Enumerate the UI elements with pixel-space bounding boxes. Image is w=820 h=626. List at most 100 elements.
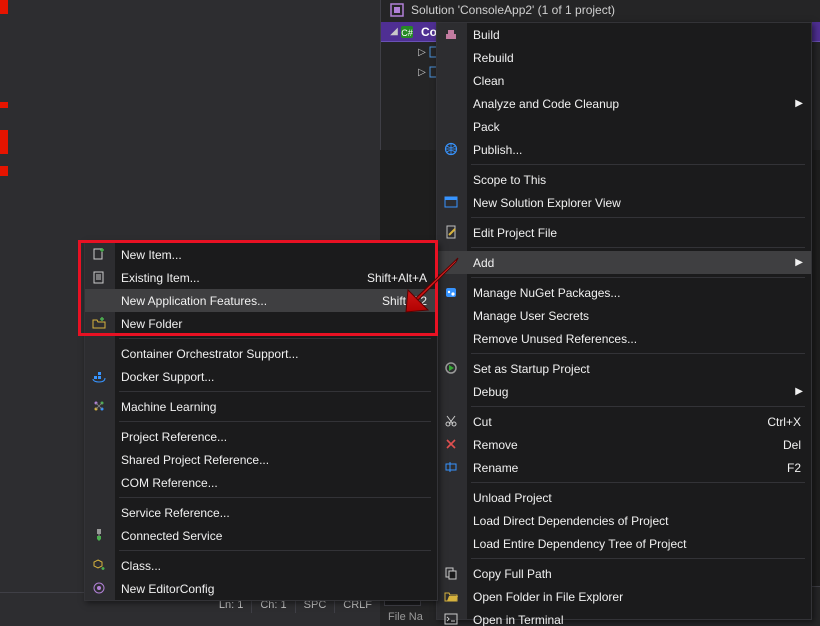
- menu-label: Publish...: [473, 143, 801, 157]
- new-folder-icon: [90, 314, 108, 332]
- nuget-icon: [442, 283, 460, 301]
- menu-label: Docker Support...: [121, 370, 427, 384]
- menu-container-support[interactable]: Container Orchestrator Support...: [85, 342, 437, 365]
- menu-new-item[interactable]: New Item...: [85, 243, 437, 266]
- menu-label: Analyze and Code Cleanup: [473, 97, 801, 111]
- project-context-menu[interactable]: Build Rebuild Clean Analyze and Code Cle…: [436, 22, 812, 620]
- solution-label: Solution 'ConsoleApp2' (1 of 1 project): [411, 3, 615, 17]
- menu-remove[interactable]: Remove Del: [437, 433, 811, 456]
- menu-connected-service[interactable]: Connected Service: [85, 524, 437, 547]
- menu-separator: [471, 482, 805, 483]
- menu-separator: [471, 558, 805, 559]
- menu-label: Build: [473, 28, 801, 42]
- menu-rename[interactable]: Rename F2: [437, 456, 811, 479]
- menu-startup[interactable]: Set as Startup Project: [437, 357, 811, 380]
- menu-label: Add: [473, 256, 801, 270]
- menu-label: Shared Project Reference...: [121, 453, 427, 467]
- menu-label: Unload Project: [473, 491, 801, 505]
- submenu-arrow-icon: ▶: [795, 386, 803, 397]
- connected-service-icon: [90, 526, 108, 544]
- file-name-label: File Na: [388, 611, 423, 623]
- menu-label: Clean: [473, 74, 801, 88]
- menu-label: Pack: [473, 120, 801, 134]
- menu-unload[interactable]: Unload Project: [437, 486, 811, 509]
- menu-new-view[interactable]: New Solution Explorer View: [437, 191, 811, 214]
- menu-machine-learning[interactable]: Machine Learning: [85, 395, 437, 418]
- menu-open-folder[interactable]: Open Folder in File Explorer: [437, 585, 811, 608]
- menu-label: Class...: [121, 559, 427, 573]
- menu-project-ref[interactable]: Project Reference...: [85, 425, 437, 448]
- menu-label: Container Orchestrator Support...: [121, 347, 427, 361]
- menu-label: Connected Service: [121, 529, 427, 543]
- menu-label: New EditorConfig: [121, 582, 427, 596]
- ml-icon: [90, 397, 108, 415]
- menu-new-folder[interactable]: New Folder: [85, 312, 437, 335]
- menu-shared-ref[interactable]: Shared Project Reference...: [85, 448, 437, 471]
- menu-secrets[interactable]: Manage User Secrets: [437, 304, 811, 327]
- menu-label: Manage User Secrets: [473, 309, 801, 323]
- menu-separator: [119, 497, 431, 498]
- menu-pack[interactable]: Pack: [437, 115, 811, 138]
- menu-label: COM Reference...: [121, 476, 427, 490]
- build-icon: [442, 25, 460, 43]
- startup-icon: [442, 359, 460, 377]
- menu-separator: [119, 550, 431, 551]
- menu-shortcut: F2: [787, 461, 801, 475]
- menu-edit-project[interactable]: Edit Project File: [437, 221, 811, 244]
- menu-scope[interactable]: Scope to This: [437, 168, 811, 191]
- copy-icon: [442, 564, 460, 582]
- menu-label: Machine Learning: [121, 400, 427, 414]
- menu-separator: [471, 353, 805, 354]
- menu-build[interactable]: Build: [437, 23, 811, 46]
- menu-label: Service Reference...: [121, 506, 427, 520]
- add-submenu[interactable]: New Item... Existing Item... Shift+Alt+A…: [84, 242, 438, 601]
- menu-label: Copy Full Path: [473, 567, 801, 581]
- menu-editorconfig[interactable]: New EditorConfig: [85, 577, 437, 600]
- menu-separator: [471, 277, 805, 278]
- menu-nuget[interactable]: Manage NuGet Packages...: [437, 281, 811, 304]
- menu-label: Cut: [473, 415, 747, 429]
- menu-clean[interactable]: Clean: [437, 69, 811, 92]
- globe-icon: [442, 140, 460, 158]
- menu-new-application-features[interactable]: New Application Features... Shift+F2: [85, 289, 437, 312]
- docker-icon: [90, 367, 108, 385]
- menu-label: Debug: [473, 385, 801, 399]
- menu-load-tree[interactable]: Load Entire Dependency Tree of Project: [437, 532, 811, 555]
- class-icon: [90, 556, 108, 574]
- rename-icon: [442, 458, 460, 476]
- menu-label: New Item...: [121, 248, 427, 262]
- menu-unused-refs[interactable]: Remove Unused References...: [437, 327, 811, 350]
- menu-label: Open in Terminal: [473, 613, 801, 626]
- menu-shortcut: Del: [783, 438, 801, 452]
- svg-text:C#: C#: [401, 28, 413, 38]
- change-marker: [0, 130, 8, 154]
- menu-label: New Solution Explorer View: [473, 196, 801, 210]
- menu-separator: [471, 406, 805, 407]
- expand-icon[interactable]: [417, 47, 427, 58]
- menu-copy-path[interactable]: Copy Full Path: [437, 562, 811, 585]
- expand-icon[interactable]: [389, 26, 399, 37]
- expand-icon[interactable]: [417, 67, 427, 78]
- menu-service-ref[interactable]: Service Reference...: [85, 501, 437, 524]
- menu-add[interactable]: Add ▶: [437, 251, 811, 274]
- menu-terminal[interactable]: Open in Terminal: [437, 608, 811, 626]
- solution-node[interactable]: Solution 'ConsoleApp2' (1 of 1 project): [381, 0, 820, 20]
- menu-rebuild[interactable]: Rebuild: [437, 46, 811, 69]
- menu-cut[interactable]: Cut Ctrl+X: [437, 410, 811, 433]
- menu-docker-support[interactable]: Docker Support...: [85, 365, 437, 388]
- menu-label: Edit Project File: [473, 226, 801, 240]
- menu-com-ref[interactable]: COM Reference...: [85, 471, 437, 494]
- menu-publish[interactable]: Publish...: [437, 138, 811, 161]
- menu-existing-item[interactable]: Existing Item... Shift+Alt+A: [85, 266, 437, 289]
- new-item-icon: [90, 245, 108, 263]
- folder-open-icon: [442, 587, 460, 605]
- menu-debug[interactable]: Debug▶: [437, 380, 811, 403]
- menu-class[interactable]: Class...: [85, 554, 437, 577]
- menu-analyze[interactable]: Analyze and Code Cleanup▶: [437, 92, 811, 115]
- menu-load-direct[interactable]: Load Direct Dependencies of Project: [437, 509, 811, 532]
- cut-icon: [442, 412, 460, 430]
- menu-label: Load Direct Dependencies of Project: [473, 514, 801, 528]
- submenu-arrow-icon: ▶: [795, 257, 803, 268]
- menu-label: Open Folder in File Explorer: [473, 590, 801, 604]
- menu-label: Scope to This: [473, 173, 801, 187]
